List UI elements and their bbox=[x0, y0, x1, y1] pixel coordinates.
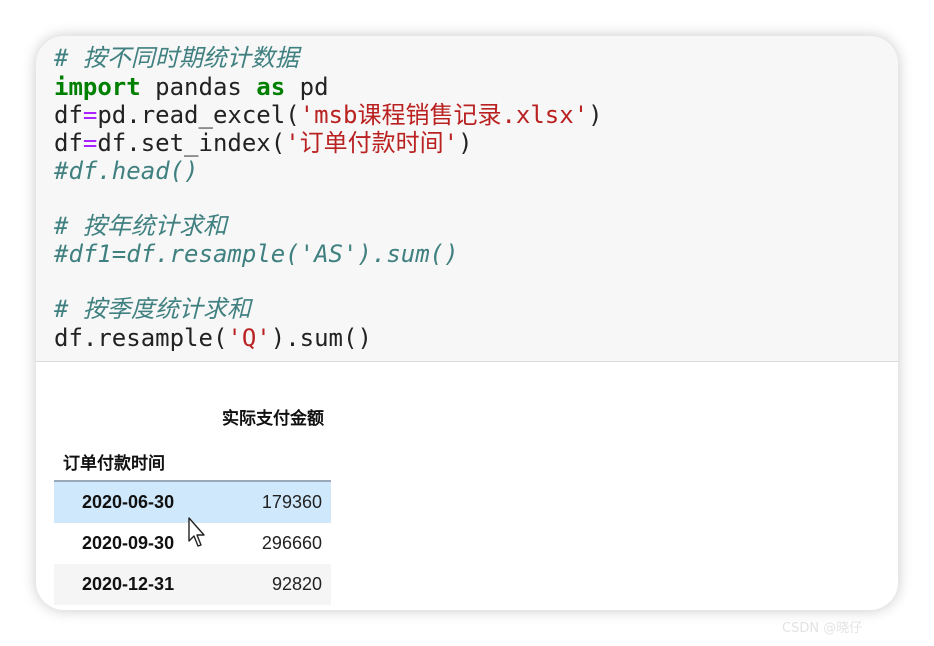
code-line-comment-quarter: # 按季度统计求和 bbox=[54, 295, 251, 323]
code-line-comment-1: # 按不同时期统计数据 bbox=[54, 44, 299, 72]
var-df: df bbox=[54, 129, 83, 157]
keyword-import: import bbox=[54, 73, 141, 101]
keyword-as: as bbox=[256, 73, 286, 101]
call-read-excel: pd.read_excel( bbox=[97, 101, 300, 129]
comment-text: # 按不同时期统计数据 bbox=[54, 44, 299, 72]
comment-text: # 按季度统计求和 bbox=[54, 295, 251, 323]
mouse-pointer-icon bbox=[188, 517, 205, 547]
call-resample: df.resample( bbox=[54, 324, 228, 352]
module-name: pandas bbox=[140, 73, 257, 101]
alias-name: pd bbox=[285, 73, 329, 101]
string-filename: 'msb课程销售记录.xlsx' bbox=[299, 101, 589, 129]
row-value: 296660 bbox=[261, 533, 322, 553]
notebook-card: # 按不同时期统计数据 import pandas as pd df=pd.re… bbox=[36, 36, 898, 610]
row-value: 179360 bbox=[261, 492, 322, 512]
code-line-resample-q: df.resample('Q').sum() bbox=[54, 324, 372, 352]
assign-op: = bbox=[82, 101, 98, 129]
code-cell[interactable]: # 按不同时期统计数据 import pandas as pd df=pd.re… bbox=[36, 36, 898, 362]
column-header: 实际支付金额 bbox=[222, 409, 324, 428]
index-header: 订单付款时间 bbox=[63, 454, 165, 473]
code-line-set-index: df=df.set_index('订单付款时间') bbox=[54, 129, 473, 157]
comment-text: #df1=df.resample('AS').sum() bbox=[54, 240, 459, 268]
row-index: 2020-06-30 bbox=[82, 492, 175, 512]
comment-text: #df.head() bbox=[54, 157, 199, 185]
row-index: 2020-12-31 bbox=[82, 574, 175, 594]
call-set-index: df.set_index( bbox=[97, 129, 286, 157]
code-line-resample-as: #df1=df.resample('AS').sum() bbox=[54, 240, 459, 268]
assign-op: = bbox=[82, 129, 98, 157]
code-line-import: import pandas as pd bbox=[54, 73, 329, 101]
var-df: df bbox=[54, 101, 83, 129]
close-paren: ) bbox=[588, 101, 603, 129]
string-column: '订单付款时间' bbox=[285, 129, 459, 157]
row-index: 2020-09-30 bbox=[82, 533, 175, 553]
call-sum: ).sum() bbox=[270, 324, 372, 352]
code-line-head-comment: #df.head() bbox=[54, 157, 199, 185]
table-row[interactable]: 2020-12-31 92820 bbox=[54, 564, 331, 605]
close-paren: ) bbox=[458, 129, 473, 157]
row-value: 92820 bbox=[271, 574, 322, 594]
code-line-read-excel: df=pd.read_excel('msb课程销售记录.xlsx') bbox=[54, 101, 603, 129]
watermark-text: CSDN @晓仔 bbox=[782, 621, 863, 636]
code-line-comment-year: # 按年统计求和 bbox=[54, 212, 227, 240]
comment-text: # 按年统计求和 bbox=[54, 212, 227, 240]
string-rule: 'Q' bbox=[227, 324, 271, 352]
